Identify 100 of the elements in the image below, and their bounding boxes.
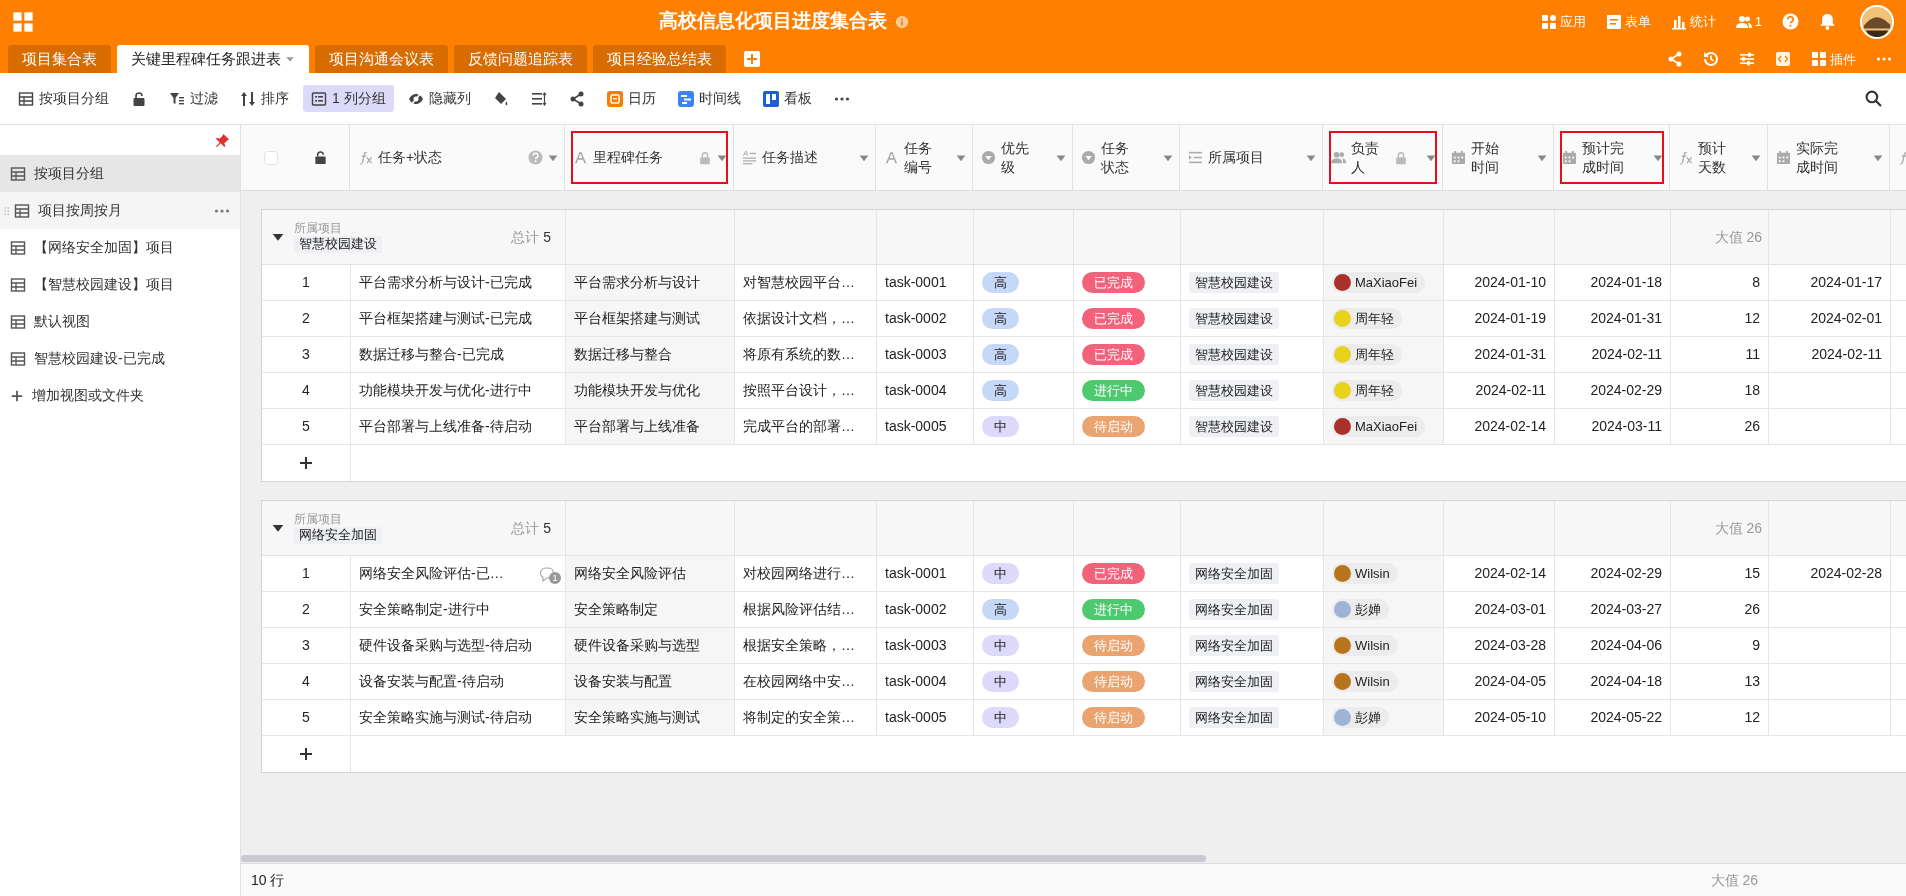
project-tag: 智慧校园建设 <box>1189 379 1279 402</box>
caret-icon <box>285 54 295 64</box>
column-header[interactable]: 所属项目 <box>1180 125 1323 190</box>
add-row-button[interactable] <box>298 746 314 762</box>
function-icon <box>1678 150 1693 165</box>
lock-icon <box>1393 150 1408 165</box>
table-cell-text: 平台框架搭建与测试 <box>574 309 700 328</box>
view-item[interactable]: 【网络安全加固】项目 <box>0 229 240 266</box>
table-cell-text: task-0002 <box>885 309 947 328</box>
sort-button[interactable]: 排序 <box>232 85 297 112</box>
group-button[interactable]: 1 列分组 <box>303 85 394 112</box>
sheet-tab[interactable]: 关键里程碑任务跟进表 <box>117 45 309 73</box>
priority-tag: 中 <box>982 670 1019 693</box>
row-number: 2 <box>302 309 310 328</box>
group-tag: 网络安全加固 <box>294 527 382 545</box>
table-cell-text: 11 <box>1745 345 1760 364</box>
column-header[interactable]: 任务状态 <box>1073 125 1180 190</box>
table-cell-text: 依据设计文档，… <box>743 309 855 328</box>
row-height-icon <box>530 90 547 107</box>
project-tag: 智慧校园建设 <box>1189 271 1279 294</box>
row-number: 5 <box>302 708 310 727</box>
table-cell-text: 平台框架搭建与测试-已完成 <box>359 309 532 328</box>
column-header[interactable]: 优先级 <box>973 125 1073 190</box>
owner-chip: Wilsin <box>1332 670 1398 693</box>
table-cell-text: 硬件设备采购与选型 <box>574 636 700 655</box>
table-icon <box>10 350 26 367</box>
table-cell-text: 2024-04-05 <box>1474 672 1546 691</box>
project-tag: 网络安全加固 <box>1189 670 1279 693</box>
collapse-button[interactable] <box>272 522 284 534</box>
table-cell-text: 对校园网络进行… <box>743 564 855 583</box>
table-cell-text: 9 <box>1752 636 1760 655</box>
column-header[interactable]: 任务+状态 <box>350 125 565 190</box>
table-cell-text: task-0005 <box>885 417 947 436</box>
column-header[interactable]: 开始时间 <box>1443 125 1554 190</box>
owner-chip: MaXiaoFei <box>1332 415 1426 438</box>
row-number: 3 <box>302 345 310 364</box>
table-cell-text: 26 <box>1744 600 1760 619</box>
collapse-button[interactable] <box>272 231 284 243</box>
group-tag: 智慧校园建设 <box>294 236 382 254</box>
table-cell-text: 将原有系统的数… <box>743 345 855 364</box>
table-cell-text: 2024-01-19 <box>1474 309 1546 328</box>
plus-icon <box>298 455 314 471</box>
table-icon <box>10 313 26 330</box>
plugin-icon <box>1811 51 1827 68</box>
column-header[interactable]: 里程碑任务 <box>565 125 734 190</box>
column-header[interactable]: 负责人 <box>1323 125 1443 190</box>
row-number: 3 <box>302 636 310 655</box>
priority-tag: 高 <box>982 307 1019 330</box>
status-tag: 已完成 <box>1082 562 1145 585</box>
view-button[interactable]: 按项目分组 <box>10 85 117 112</box>
view-item[interactable]: 【智慧校园建设】项目 <box>0 266 240 303</box>
table-cell-text: 2024-02-29 <box>1590 381 1662 400</box>
status-tag: 待启动 <box>1082 415 1145 438</box>
calendar-button[interactable]: 日历 <box>598 85 664 112</box>
project-tag: 智慧校园建设 <box>1189 307 1279 330</box>
filter-button[interactable]: 过滤 <box>161 85 226 112</box>
share-icon <box>1667 51 1683 68</box>
add-row-button[interactable] <box>298 455 314 471</box>
view-item[interactable]: 默认视图 <box>0 303 240 340</box>
hide-columns-button[interactable]: 隐藏列 <box>399 85 479 112</box>
table-cell-text: 设备安装与配置-待启动 <box>359 672 504 691</box>
drag-handle-icon <box>2 205 12 216</box>
horizontal-scrollbar[interactable] <box>241 855 1206 862</box>
group-field-label: 所属项目 <box>294 511 342 528</box>
kanban-button[interactable]: 看板 <box>754 85 820 112</box>
view-item[interactable]: 智慧校园建设-已完成 <box>0 340 240 377</box>
table-cell-text: task-0001 <box>885 564 947 583</box>
column-header[interactable]: 预计完成时间 <box>1554 125 1670 190</box>
avatar[interactable] <box>1860 4 1894 39</box>
select-all-checkbox[interactable] <box>264 150 278 165</box>
apps-icon <box>1540 13 1557 30</box>
table-cell-text: task-0005 <box>885 708 947 727</box>
table-cell-text: 2024-02-11 <box>1475 381 1546 400</box>
status-tag: 已完成 <box>1082 271 1145 294</box>
sort-icon <box>240 90 256 107</box>
table-cell-text: task-0002 <box>885 600 947 619</box>
group-total: 总计 5 <box>511 518 551 538</box>
group-summary: 大值 26 <box>1714 518 1762 538</box>
timeline-button[interactable]: 时间线 <box>669 85 749 112</box>
owner-chip: 彭婵 <box>1332 706 1389 729</box>
view-item[interactable]: 按项目分组 <box>0 155 240 192</box>
column-header[interactable]: 任务描述 <box>734 125 876 190</box>
table-cell-text: 安全策略制定 <box>574 600 658 619</box>
calendar-icon <box>606 90 623 107</box>
table-cell-text: 2024-05-22 <box>1590 708 1662 727</box>
add-view-button[interactable]: 增加视图或文件夹 <box>0 377 240 414</box>
more-icon <box>833 96 850 101</box>
column-header[interactable]: 实际完成时间 <box>1768 125 1890 190</box>
table-cell-text: 2024-01-10 <box>1474 273 1546 292</box>
priority-tag: 中 <box>982 415 1019 438</box>
footer-summary: 大值 26 <box>1710 870 1758 890</box>
group-summary: 大值 26 <box>1714 227 1762 247</box>
info-icon <box>895 14 910 29</box>
owner-chip: Wilsin <box>1332 634 1398 657</box>
table-cell-text: 对智慧校园平台… <box>743 273 855 292</box>
view-item[interactable]: 项目按周按月 <box>0 192 240 229</box>
column-header[interactable]: 任务编号 <box>876 125 973 190</box>
table-cell-text: 18 <box>1744 381 1760 400</box>
column-header[interactable]: 预计天数 <box>1670 125 1768 190</box>
priority-tag: 高 <box>982 271 1019 294</box>
